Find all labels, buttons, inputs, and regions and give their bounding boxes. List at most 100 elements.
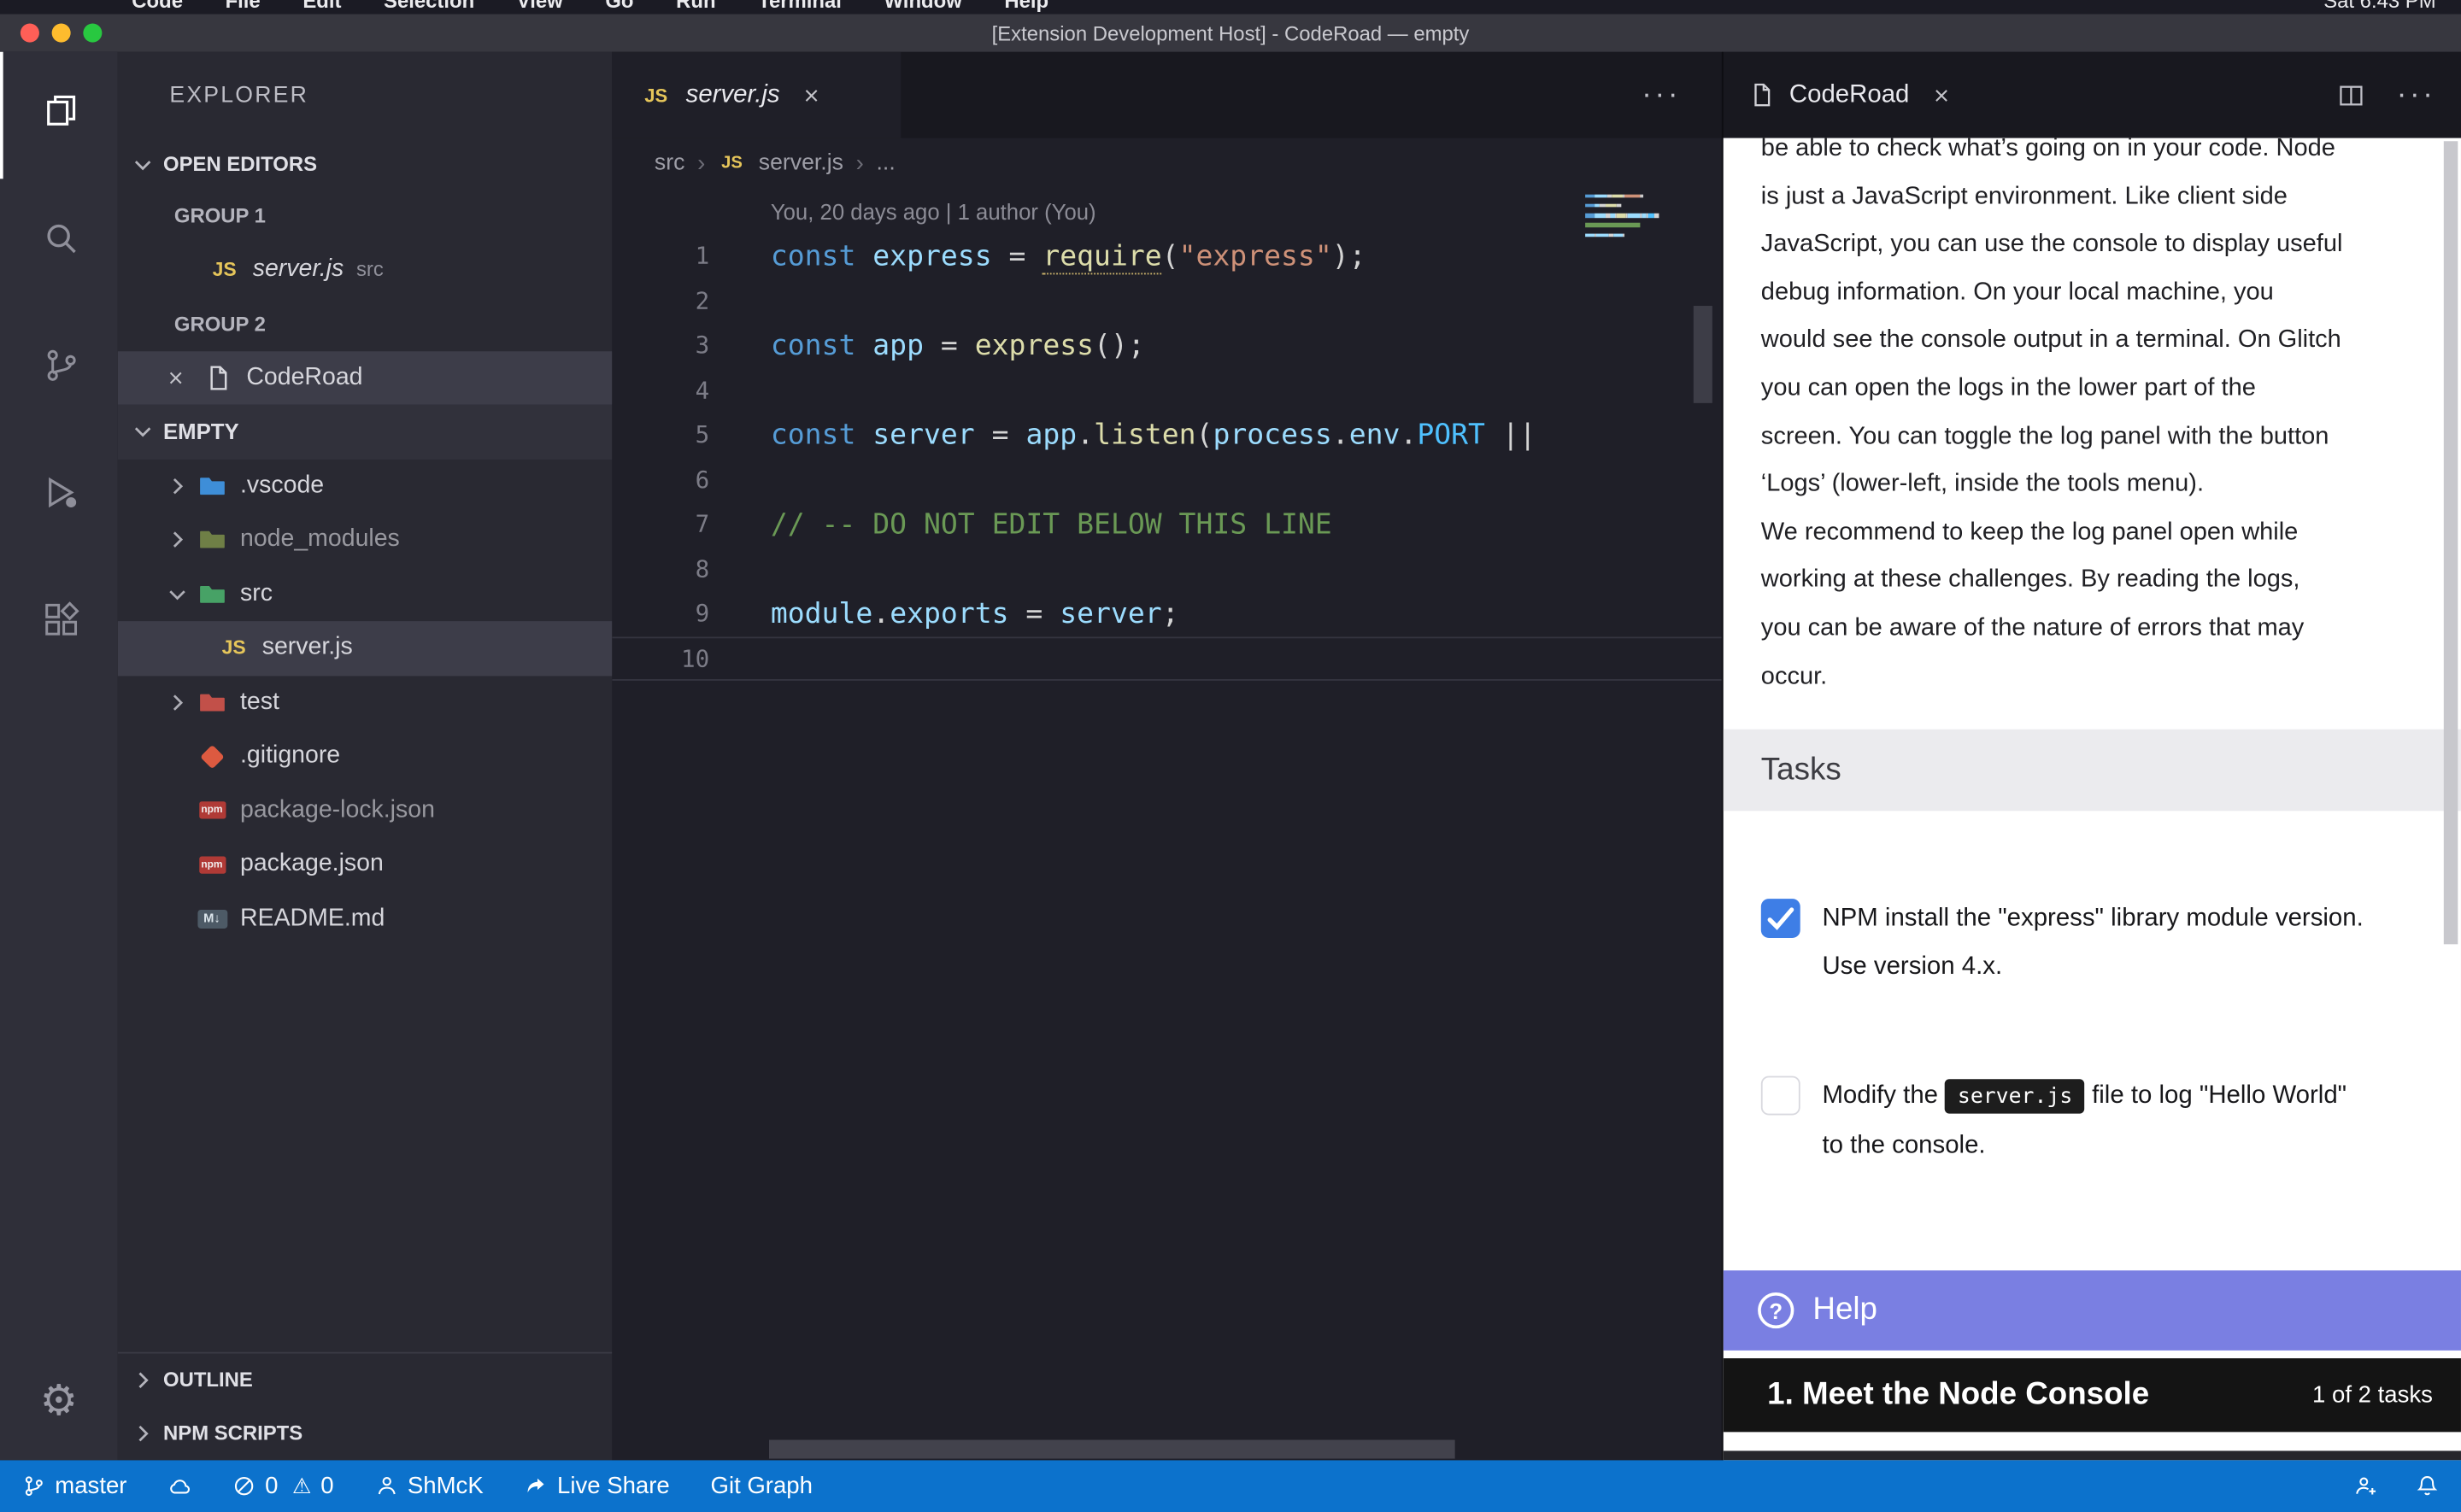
traffic-lights (21, 15, 103, 52)
activity-search[interactable] (0, 179, 118, 306)
minimize-window-button[interactable] (52, 24, 71, 43)
tree-file-server-js[interactable]: JSserver.js (118, 621, 613, 675)
share-icon (524, 1474, 548, 1498)
menu-terminal[interactable]: Terminal (758, 0, 842, 13)
help-icon: ? (1758, 1292, 1794, 1328)
status-git-graph[interactable]: Git Graph (711, 1473, 813, 1499)
menu-window[interactable]: Window (884, 0, 961, 13)
tree-folder-src[interactable]: src (118, 567, 613, 621)
task-checkbox[interactable] (1761, 1076, 1800, 1116)
menu-run[interactable]: Run (676, 0, 715, 13)
activity-run-debug[interactable] (0, 433, 118, 560)
tree-folder--vscode[interactable]: .vscode (118, 459, 613, 513)
section-open-editors[interactable]: OPEN EDITORS (118, 139, 613, 188)
status-publish[interactable] (167, 1474, 191, 1498)
tree-item-label: .gitignore (240, 742, 340, 771)
editor-vertical-scrollbar[interactable] (1694, 306, 1712, 403)
close-window-button[interactable] (21, 24, 39, 43)
tree-file--gitignore[interactable]: .gitignore (118, 730, 613, 783)
code-line-4[interactable]: 4 (612, 368, 1722, 413)
section-npm-scripts[interactable]: NPM SCRIPTS (118, 1406, 613, 1460)
js-icon: JS (718, 154, 746, 173)
tree-file-package-json[interactable]: npmpackage.json (118, 837, 613, 891)
tab-coderoad[interactable]: CodeRoad (1748, 81, 1952, 109)
menu-code[interactable]: Code (132, 0, 183, 13)
tree-item-label: test (240, 689, 279, 717)
menu-help[interactable]: Help (1004, 0, 1048, 13)
status-invite[interactable] (2354, 1474, 2378, 1498)
webview-scrollbar[interactable] (2444, 141, 2458, 944)
cloud-icon (167, 1474, 191, 1498)
section-outline[interactable]: OUTLINE (118, 1352, 613, 1406)
lesson-progress-bar[interactable]: 1. Meet the Node Console 1 of 2 tasks (1724, 1358, 2461, 1432)
doc-icon (203, 364, 234, 392)
zoom-window-button[interactable] (83, 24, 102, 43)
code-line-10[interactable]: 10 (612, 636, 1722, 681)
minimap[interactable] (1585, 195, 1667, 243)
extensions-icon (40, 599, 81, 648)
editor-horizontal-scrollbar[interactable] (769, 1440, 1455, 1459)
open-editor-server-js[interactable]: JSserver.jssrc (118, 243, 613, 296)
more-actions-icon[interactable]: ··· (2397, 78, 2436, 112)
code-line-2[interactable]: 2 (612, 278, 1722, 323)
more-actions-icon[interactable]: ··· (1642, 52, 1722, 138)
code-line-8[interactable]: 8 (612, 547, 1722, 591)
breadcrumb-src[interactable]: src (655, 150, 685, 175)
code-line-9[interactable]: 9module.exports = server; (612, 591, 1722, 636)
status-git-branch[interactable]: master (22, 1473, 127, 1499)
activity-explorer[interactable] (0, 52, 118, 179)
menu-go[interactable]: Go (605, 0, 633, 13)
md-icon: M↓ (197, 909, 228, 928)
tree-folder-test[interactable]: test (118, 675, 613, 729)
window-title-bar[interactable]: [Extension Development Host] - CodeRoad … (0, 15, 2461, 52)
bell-icon (2416, 1474, 2440, 1498)
task-1: NPM install the "express" library module… (1761, 894, 2461, 992)
close-icon[interactable] (165, 366, 193, 389)
split-editor-icon[interactable] (2337, 81, 2365, 109)
close-icon[interactable] (800, 84, 822, 106)
section-workspace[interactable]: EMPTY (118, 405, 613, 459)
breadcrumb[interactable]: src › JS server.js › ... (612, 138, 1722, 189)
tree-file-readme-md[interactable]: M↓README.md (118, 892, 613, 946)
source-control-icon (40, 345, 81, 394)
code-editor[interactable]: You, 20 days ago | 1 author (You) 1const… (612, 188, 1722, 1460)
code-line-6[interactable]: 6 (612, 457, 1722, 501)
npm-icon: npm (197, 802, 228, 819)
tree-folder-node-modules[interactable]: node_modules (118, 513, 613, 566)
line-number: 2 (612, 287, 709, 315)
status-live-share[interactable]: Live Share (524, 1473, 669, 1499)
menu-edit[interactable]: Edit (302, 0, 341, 13)
activity-extensions[interactable] (0, 560, 118, 687)
vscode-icon (197, 472, 228, 500)
menu-file[interactable]: File (226, 0, 261, 13)
chevron-down-icon (130, 419, 155, 444)
lesson-text-line: would see the console output in a termin… (1761, 318, 2461, 366)
help-bar[interactable]: ? Help (1724, 1270, 2461, 1351)
tree-file-package-lock-json[interactable]: npmpackage-lock.json (118, 783, 613, 837)
breadcrumb-more[interactable]: ... (877, 150, 896, 175)
status-notifications[interactable] (2416, 1474, 2440, 1498)
status-warnings[interactable]: ⚠0 (292, 1473, 334, 1499)
status-errors[interactable]: 0 (232, 1473, 279, 1499)
breadcrumb-server-js[interactable]: server.js (759, 150, 843, 175)
macos-menu-bar: Code File Edit Selection View Go Run Terminal Wi… (0, 0, 2461, 15)
menu-selection[interactable]: Selection (384, 0, 474, 13)
close-icon[interactable] (1929, 84, 1952, 106)
code-line-7[interactable]: 7// -- DO NOT EDIT BELOW THIS LINE (612, 502, 1722, 547)
explorer-sidebar: EXPLORER OPEN EDITORS GROUP 1JSserver.js… (118, 52, 613, 1461)
status-label: ShMcK (408, 1473, 484, 1499)
code-line-5[interactable]: 5const server = app.listen(process.env.P… (612, 413, 1722, 457)
open-editor-coderoad[interactable]: CodeRoad (118, 350, 613, 404)
lesson-text-line: debug information. On your local machine… (1761, 269, 2461, 317)
lesson-text-line: working at these challenges. By reading … (1761, 557, 2461, 605)
code-line-1[interactable]: 1const express = require("express"); (612, 234, 1722, 278)
status-label: Git Graph (711, 1473, 813, 1499)
js-icon: JS (640, 84, 672, 106)
status-account[interactable]: ShMcK (374, 1473, 483, 1499)
menu-view[interactable]: View (517, 0, 563, 13)
code-line-3[interactable]: 3const app = express(); (612, 323, 1722, 367)
tab-server-js[interactable]: JS server.js (612, 52, 901, 138)
task-checkbox[interactable] (1761, 899, 1800, 938)
activity-source-control[interactable] (0, 306, 118, 433)
activity-settings[interactable]: ⚙ (0, 1341, 118, 1461)
